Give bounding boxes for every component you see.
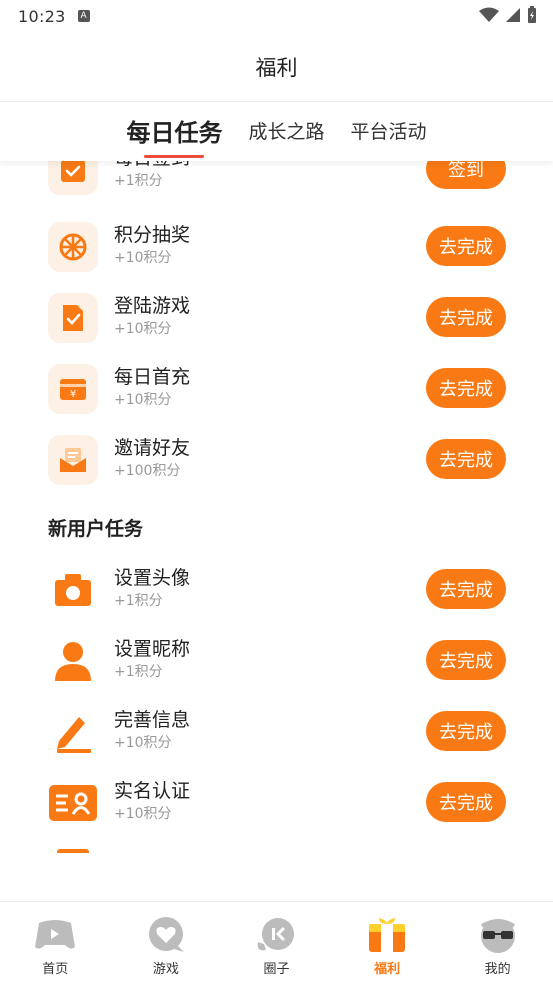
lottery-wheel-icon [48,222,98,272]
task-name: 实名认证 [114,780,191,802]
svg-text:¥: ¥ [70,389,76,400]
complete-task-button[interactable]: 去完成 [426,226,506,266]
task-name: 积分抽奖 [114,224,191,246]
complete-task-button[interactable]: 去完成 [426,368,506,408]
nav-games[interactable]: 游戏 [111,902,222,984]
task-row-first-recharge: ¥ 每日首充 +10积分 去完成 [0,358,553,418]
notification-icon: A [77,10,90,22]
chat-bubble-icon [254,916,298,954]
nav-mine[interactable]: 我的 [442,902,553,984]
gamepad-icon [33,916,77,954]
complete-task-button[interactable]: 去完成 [426,640,506,680]
task-points: +100积分 [114,463,181,479]
document-check-icon [48,293,98,343]
camera-icon [48,565,98,615]
task-points: +10积分 [114,735,172,751]
calendar-check-icon [48,161,98,195]
page-title: 福利 [255,55,298,80]
task-points: +1积分 [114,173,163,189]
task-name: 邀请好友 [114,437,191,459]
task-row-login-game: 登陆游戏 +10积分 去完成 [0,287,553,347]
tab-bar: 每日任务 成长之路 平台活动 [0,103,553,161]
task-name: 每日首充 [114,366,191,388]
task-points: +10积分 [114,392,172,408]
task-points: +10积分 [114,321,172,337]
nav-label: 我的 [484,962,511,977]
id-card-icon [48,778,98,828]
nav-label: 游戏 [152,962,179,977]
complete-task-button[interactable]: 去完成 [426,569,506,609]
task-name: 完善信息 [114,709,191,731]
task-points: +10积分 [114,250,172,266]
task-points: +1积分 [114,664,163,680]
nav-welfare[interactable]: 福利 [332,902,443,984]
person-icon [48,636,98,686]
sunglasses-face-icon [476,916,520,954]
tab-daily-tasks[interactable]: 每日任务 [126,113,222,158]
task-points: +10积分 [114,806,172,822]
gift-icon [365,916,409,954]
status-time: 10:23 [18,6,66,26]
envelope-icon [48,435,98,485]
tab-growth-path[interactable]: 成长之路 [248,117,324,148]
task-row-set-avatar: 设置头像 +1积分 去完成 [0,559,553,619]
heart-bubble-icon [144,916,188,954]
nav-label: 圈子 [263,962,290,977]
complete-task-button[interactable]: 去完成 [426,297,506,337]
complete-task-button[interactable]: 去完成 [426,782,506,822]
wallet-yuan-icon: ¥ [48,364,98,414]
next-item-icon-fragment [57,849,89,853]
nav-label: 首页 [42,962,69,977]
task-row-daily-checkin: 每日签到 +1积分 签到 [0,161,553,199]
status-icons [479,6,537,24]
bottom-nav: 首页 游戏 圈子 福利 我的 [0,901,553,984]
complete-task-button[interactable]: 去完成 [426,439,506,479]
task-list[interactable]: 每日签到 +1积分 签到 积分抽奖 +10积分 去完成 登陆游戏 +10积分 去… [0,161,553,901]
wifi-icon [479,7,499,22]
signal-icon [506,8,520,22]
task-points: +1积分 [114,593,163,609]
task-row-complete-info: 完善信息 +10积分 去完成 [0,701,553,761]
task-row-invite-friends: 邀请好友 +100积分 去完成 [0,429,553,489]
task-name: 设置昵称 [114,638,191,660]
nav-home[interactable]: 首页 [0,902,111,984]
title-bar: 福利 [0,32,553,102]
status-bar: 10:23 A [0,0,553,32]
task-row-set-nickname: 设置昵称 +1积分 去完成 [0,630,553,690]
task-row-lottery: 积分抽奖 +10积分 去完成 [0,216,553,276]
tab-platform-events[interactable]: 平台活动 [351,117,427,148]
task-name: 登陆游戏 [114,295,191,317]
section-title-new-user: 新用户任务 [48,518,144,540]
task-name: 设置头像 [114,567,191,589]
nav-label: 福利 [374,962,401,977]
pencil-icon [48,707,98,757]
task-row-real-name-verify: 实名认证 +10积分 去完成 [0,772,553,832]
battery-icon [528,6,536,23]
nav-circle[interactable]: 圈子 [221,902,332,984]
checkin-button[interactable]: 签到 [426,161,506,189]
task-name: 每日签到 [114,161,190,170]
complete-task-button[interactable]: 去完成 [426,711,506,751]
